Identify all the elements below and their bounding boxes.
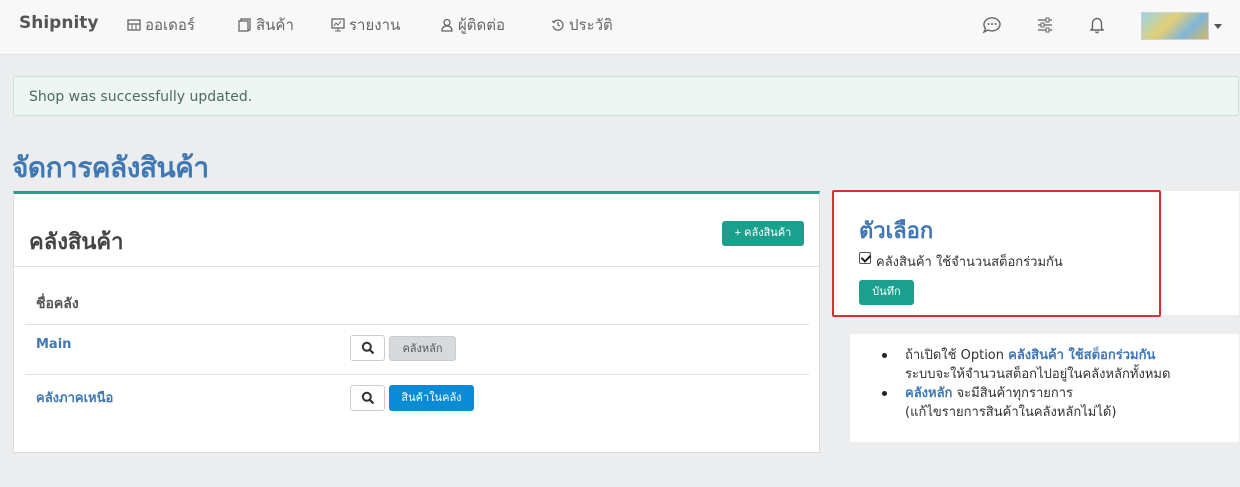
- settings-sliders-icon[interactable]: [1034, 14, 1056, 36]
- warehouse-products-button[interactable]: สินค้าในคลัง: [389, 385, 474, 411]
- search-icon: [361, 391, 374, 405]
- divider: [25, 374, 809, 375]
- warehouse-panel-title: คลังสินค้า: [29, 230, 124, 255]
- bullet-icon: [882, 391, 887, 396]
- history-icon: [551, 19, 564, 31]
- info-text: จะมีสินค้าทุกรายการ: [952, 386, 1074, 401]
- nav-reports-label: รายงาน: [349, 16, 401, 34]
- search-button[interactable]: [350, 385, 385, 411]
- chat-icon[interactable]: [981, 14, 1003, 36]
- info-text: (แก้ไขรายการสินค้าในคลังหลักไม่ได้): [905, 405, 1117, 420]
- shared-stock-checkbox[interactable]: [859, 252, 871, 264]
- column-header-name: ชื่อคลัง: [36, 296, 79, 312]
- brand-logo[interactable]: Shipnity: [19, 13, 98, 33]
- info-text: ระบบจะให้จำนวนสต็อกไปอยู่ในคลังหลักทั้งห…: [905, 367, 1171, 382]
- options-panel: ตัวเลือก คลังสินค้า ใช้จำนวนสต็อกร่วมกัน…: [833, 191, 1239, 315]
- nav-products-label: สินค้า: [256, 16, 294, 34]
- nav-history-label: ประวัติ: [569, 16, 613, 34]
- page-title: จัดการคลังสินค้า: [12, 151, 209, 184]
- add-warehouse-button[interactable]: + คลังสินค้า: [722, 221, 804, 246]
- warehouse-panel: คลังสินค้า + คลังสินค้า ชื่อคลัง Main คล…: [13, 191, 820, 453]
- info-panel: ถ้าเปิดใช้ Option คลังสินค้า ใช้สต็อกร่ว…: [850, 334, 1239, 442]
- contacts-icon: [441, 18, 453, 32]
- nav-orders-label: ออเดอร์: [145, 16, 195, 34]
- list-item: ถ้าเปิดใช้ Option คลังสินค้า ใช้สต็อกร่ว…: [882, 346, 1171, 384]
- nav-history[interactable]: ประวัติ: [551, 15, 613, 35]
- shared-stock-label[interactable]: คลังสินค้า ใช้จำนวนสต็อกร่วมกัน: [876, 251, 1063, 272]
- info-emphasis: คลังสินค้า ใช้สต็อกร่วมกัน: [1008, 348, 1156, 363]
- nav-reports[interactable]: รายงาน: [331, 15, 400, 35]
- nav-products[interactable]: สินค้า: [238, 15, 294, 35]
- avatar[interactable]: [1141, 12, 1209, 40]
- bullet-icon: [882, 353, 887, 358]
- report-icon: [331, 18, 345, 32]
- info-emphasis: คลังหลัก: [905, 386, 953, 401]
- nav-orders[interactable]: ออเดอร์: [127, 15, 195, 35]
- divider: [14, 266, 819, 267]
- save-button[interactable]: บันทึก: [859, 280, 914, 305]
- search-button[interactable]: [350, 335, 385, 361]
- bell-icon[interactable]: [1086, 14, 1108, 36]
- info-list: ถ้าเปิดใช้ Option คลังสินค้า ใช้สต็อกร่ว…: [880, 346, 1170, 422]
- store-icon: [127, 19, 141, 31]
- chevron-down-icon[interactable]: [1214, 24, 1222, 29]
- list-item: คลังหลัก จะมีสินค้าทุกรายการ (แก้ไขรายกา…: [882, 384, 1170, 422]
- options-title: ตัวเลือก: [859, 219, 934, 244]
- info-text: ถ้าเปิดใช้ Option: [905, 348, 1009, 363]
- nav-contacts[interactable]: ผู้ติดต่อ: [440, 15, 505, 35]
- divider: [25, 324, 809, 325]
- search-icon: [361, 341, 374, 355]
- success-alert: Shop was successfully updated.: [13, 76, 1239, 116]
- main-warehouse-button[interactable]: คลังหลัก: [389, 336, 456, 361]
- products-icon: [238, 18, 251, 32]
- top-navbar: Shipnity ออเดอร์ สินค้า รายงาน ผู้ติดต่อ…: [0, 0, 1240, 55]
- warehouse-name-link[interactable]: Main: [36, 337, 71, 352]
- warehouse-name-link[interactable]: คลังภาคเหนือ: [36, 387, 113, 408]
- nav-contacts-label: ผู้ติดต่อ: [458, 16, 506, 34]
